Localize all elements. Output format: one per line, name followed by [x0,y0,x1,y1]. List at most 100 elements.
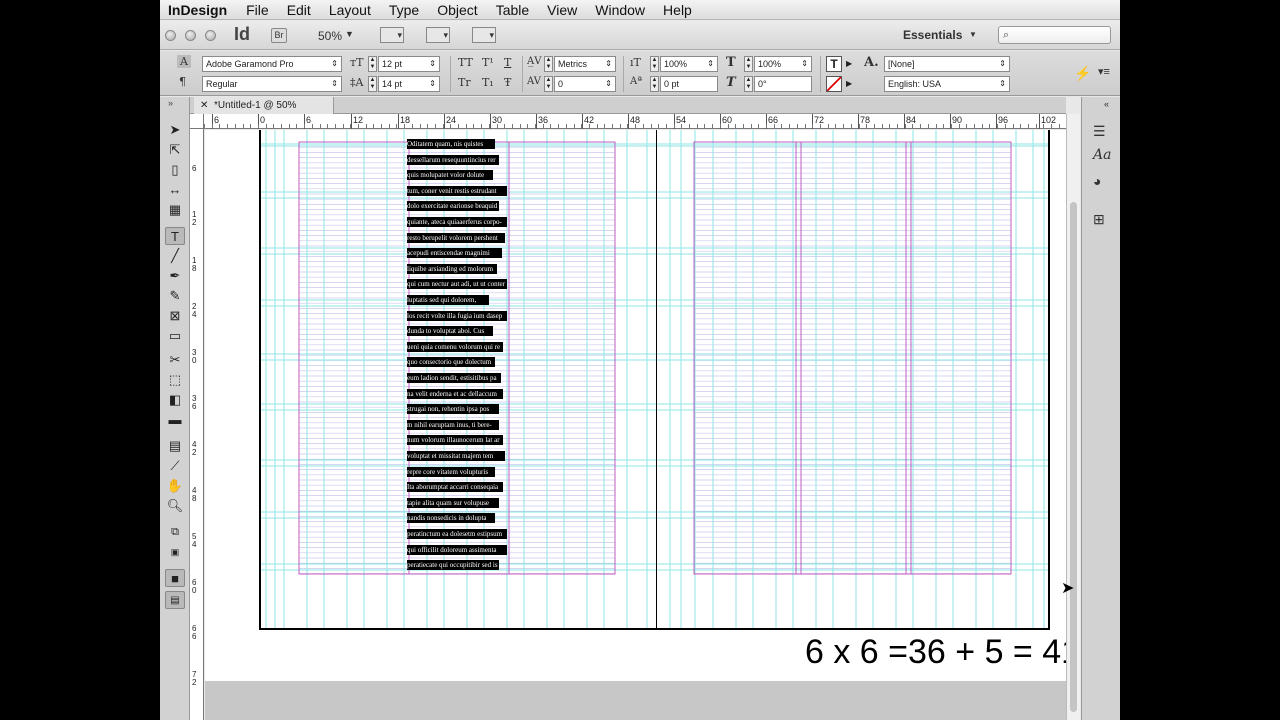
tracking-stepper[interactable]: ▲ ▼ [544,76,553,92]
skew-stepper[interactable]: ▲ ▼ [744,76,753,92]
vertical-scale-stepper[interactable]: ▲ ▼ [650,56,659,72]
view-options-button[interactable]: ▾ [380,27,404,43]
normal-view-mode-icon[interactable]: ■ [165,569,185,587]
chevron-down-icon[interactable]: ▼ [969,30,977,39]
text-line[interactable]: Ita aborumptat accarri conseqaia [407,482,503,493]
text-line[interactable]: Oditatem quam, nis quistes [407,139,495,149]
tracking-field[interactable]: 0 ⇕ [554,76,616,92]
fill-text-icon[interactable]: T [826,56,842,72]
menu-view[interactable]: View [538,2,586,18]
rectangle-tool-icon[interactable]: ▭ [165,327,185,345]
menu-type[interactable]: Type [380,2,428,18]
font-size-stepper[interactable]: ▲ ▼ [368,56,377,72]
app-menu[interactable]: InDesign [160,2,237,18]
menu-help[interactable]: Help [654,2,701,18]
text-line[interactable]: voluptat et missitat majem tem [407,451,505,461]
text-line[interactable]: luptatis sed qui dolorem, [407,295,489,305]
text-line[interactable]: tum, coner venit restis estrudant [407,185,507,196]
close-icon[interactable]: ✕ [200,97,208,114]
character-styles-icon[interactable]: Aa [1093,147,1111,163]
text-line[interactable]: strugai non, rehentin ipsa pos [407,404,499,415]
text-line[interactable]: quiante, ateca quiaaerferus corpo- [407,217,507,227]
horizontal-ruler[interactable]: 6 0 6 12 18 24 30 36 42 48 54 60 66 72 78 84 90 96 102 [204,114,1066,129]
text-line[interactable]: los recit volte illa fugia ium dasep [407,310,507,321]
bridge-button[interactable]: Br [271,28,287,43]
line-tool-icon[interactable]: ╱ [165,247,185,265]
panel-menu-icon[interactable]: ▾≡ [1098,65,1110,78]
scroll-thumb[interactable] [1070,202,1077,712]
subscript-button[interactable]: T₁ [482,76,494,89]
stroke-none-icon[interactable] [826,76,842,92]
skew-field[interactable]: 0° [754,76,812,92]
ruler-origin[interactable] [190,114,204,129]
text-line[interactable]: eum ladion sendit, estisitibus pa [407,373,501,383]
text-line[interactable]: ueni quia comenu volorum qui re [407,341,503,352]
text-line[interactable]: qui officilit doloreum assimenta [407,544,507,555]
text-line[interactable]: num volorum illaunocerum lat ar [407,435,503,446]
chevron-right-icon[interactable]: ▶ [846,79,852,88]
type-tool-icon[interactable]: T [165,227,185,245]
strikethrough-button[interactable]: Ŧ [504,76,511,89]
text-line[interactable]: quis molupatet volor dolute [407,170,493,181]
menu-layout[interactable]: Layout [320,2,380,18]
font-style-field[interactable]: Regular ⇕ [202,76,342,92]
zoom-window-icon[interactable] [205,30,216,41]
character-style-field[interactable]: [None] ⇕ [884,56,1010,72]
minimize-window-icon[interactable] [185,30,196,41]
gradient-feather-tool-icon[interactable]: ▬ [165,411,185,429]
formatting-affects-icon[interactable]: ▣ [165,543,185,561]
text-line[interactable]: dolo exercitate earionse beaquid [407,201,499,212]
horizontal-scale-stepper[interactable]: ▲ ▼ [744,56,753,72]
arrange-documents-button[interactable]: ▾ [472,27,496,43]
fill-stroke-swatch-icon[interactable]: ⧉ [165,523,185,541]
collapse-panels-icon[interactable]: « [1104,99,1109,109]
font-size-field[interactable]: 12 pt ⇕ [378,56,440,72]
kerning-stepper[interactable]: ▲ ▼ [544,56,553,72]
all-caps-button[interactable]: TT [458,56,473,69]
underline-button[interactable]: T [504,56,511,69]
baseline-shift-stepper[interactable]: ▲ ▼ [650,76,659,92]
free-transform-tool-icon[interactable]: ⬚ [165,371,185,389]
menu-table[interactable]: Table [487,2,538,18]
zoom-level-field[interactable]: 50% [318,29,342,43]
rectangle-frame-tool-icon[interactable]: ⊠ [165,307,185,325]
character-mode-icon[interactable]: A [177,55,191,68]
leading-stepper[interactable]: ▲ ▼ [368,76,377,92]
text-line[interactable]: qui cum nectur aut adi, ut ut conter [407,279,507,290]
menu-file[interactable]: File [237,2,278,18]
text-line[interactable]: repre core vitatem volupturis [407,466,495,477]
chevron-down-icon[interactable]: ▼ [345,29,354,39]
text-line[interactable]: liquibe arsianding ed molorum [407,263,497,274]
screen-mode-icon[interactable]: ▤ [165,591,185,609]
swatches-icon[interactable]: ◕ [1093,173,1101,189]
text-line[interactable]: peratinctum ea dolesetm estipsum [407,529,507,539]
eyedropper-tool-icon[interactable]: ⟋ [165,457,185,475]
screen-mode-button[interactable]: ▾ [426,27,450,43]
text-line[interactable]: acepudi entiscendae magnimi [407,248,502,259]
page-spread[interactable]: Oditatem quam, nis quistes dessellarum re… [259,130,1050,630]
vertical-ruler[interactable]: 6 12 18 24 30 36 42 48 54 60 66 72 [190,129,204,720]
hand-tool-icon[interactable]: ✋ [165,477,185,495]
note-tool-icon[interactable]: ▤ [165,437,185,455]
quick-apply-icon[interactable]: ⚡ [1074,65,1091,82]
text-line[interactable]: quo consectorio que dolectum [407,357,495,368]
menu-window[interactable]: Window [586,2,654,18]
page-tool-icon[interactable]: ▯ [165,161,185,179]
content-collector-icon[interactable]: ▦ [165,201,185,219]
font-family-field[interactable]: Adobe Garamond Pro ⇕ [202,56,342,72]
chevron-right-icon[interactable]: ▶ [846,59,852,68]
table-icon[interactable]: ⊞ [1093,211,1105,228]
search-input[interactable]: ⌕ [998,26,1111,44]
paragraph-mode-icon[interactable]: ¶ [179,75,186,88]
text-line[interactable]: m nihil earuptam inus, ti bere- [407,419,499,430]
document-tab[interactable]: ✕ *Untitled-1 @ 50% [194,97,334,114]
text-line[interactable]: dunda to voluptat aboi. Cus [407,326,493,337]
workspace-switcher[interactable]: Essentials [903,28,962,42]
baseline-shift-field[interactable]: 0 pt [660,76,718,92]
pasteboard[interactable]: Oditatem quam, nis quistes dessellarum re… [205,130,1066,681]
close-window-icon[interactable] [165,30,176,41]
selection-tool-icon[interactable]: ➤ [165,121,185,139]
direct-selection-tool-icon[interactable]: ⇱ [165,141,185,159]
small-caps-button[interactable]: Tr [458,76,471,89]
language-field[interactable]: English: USA ⇕ [884,76,1010,92]
